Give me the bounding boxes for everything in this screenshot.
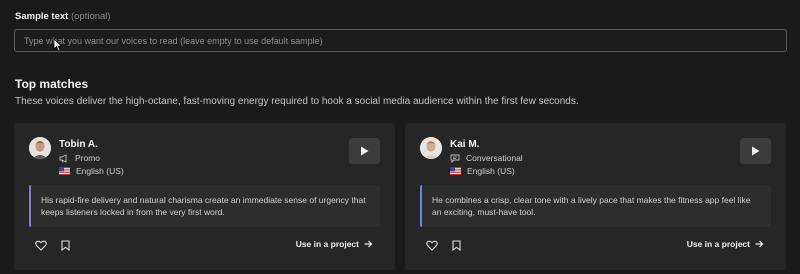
bookmark-button[interactable] <box>58 238 72 252</box>
play-button[interactable] <box>349 138 380 164</box>
mouse-cursor-icon <box>53 38 63 52</box>
voice-style-label: Conversational <box>466 153 523 163</box>
play-button[interactable] <box>740 138 771 164</box>
use-in-project-link[interactable]: Use in a project <box>687 239 764 249</box>
top-matches-heading: Top matches <box>15 77 89 91</box>
play-icon <box>361 146 369 156</box>
card-actions <box>425 238 463 252</box>
voice-language: English (US) <box>59 166 124 176</box>
bookmark-icon <box>451 239 461 251</box>
arrow-right-icon <box>364 240 373 248</box>
use-in-project-link[interactable]: Use in a project <box>296 239 373 249</box>
voice-language: English (US) <box>450 166 515 176</box>
optional-hint: (optional) <box>70 11 111 22</box>
voice-name: Kai M. <box>450 139 480 150</box>
card-actions <box>34 238 72 252</box>
voice-name: Tobin A. <box>59 139 98 150</box>
sample-text-title: Sample text <box>15 11 69 22</box>
voice-card-tobin: Tobin A. Promo English (US) His rapid-fi… <box>14 123 395 270</box>
voice-description: His rapid-fire delivery and natural char… <box>29 185 380 227</box>
megaphone-icon <box>59 153 67 163</box>
sample-text-input[interactable] <box>14 29 787 52</box>
top-matches-description: These voices deliver the high-octane, fa… <box>15 96 579 107</box>
heart-icon <box>426 240 438 251</box>
voice-style: Promo <box>59 153 100 163</box>
favorite-button[interactable] <box>34 238 48 252</box>
avatar <box>420 137 442 159</box>
voice-style: Conversational <box>450 153 523 163</box>
us-flag-icon <box>450 167 461 175</box>
voice-description: He combines a crisp, clear tone with a l… <box>420 185 771 227</box>
use-in-project-label: Use in a project <box>686 239 750 249</box>
bookmark-icon <box>60 239 70 251</box>
bookmark-button[interactable] <box>449 238 463 252</box>
heart-icon <box>35 240 47 251</box>
voice-card-kai: Kai M. Conversational English (US) He co… <box>405 123 786 270</box>
voice-style-label: Promo <box>75 153 101 163</box>
sample-text-label: Sample text (optional) <box>15 11 111 22</box>
voice-language-label: English (US) <box>76 166 124 176</box>
voice-language-label: English (US) <box>467 166 515 176</box>
avatar <box>29 137 51 159</box>
chat-icon <box>450 154 460 163</box>
favorite-button[interactable] <box>425 238 439 252</box>
play-icon <box>752 146 760 156</box>
use-in-project-label: Use in a project <box>295 239 359 249</box>
arrow-right-icon <box>755 240 764 248</box>
us-flag-icon <box>59 167 70 175</box>
